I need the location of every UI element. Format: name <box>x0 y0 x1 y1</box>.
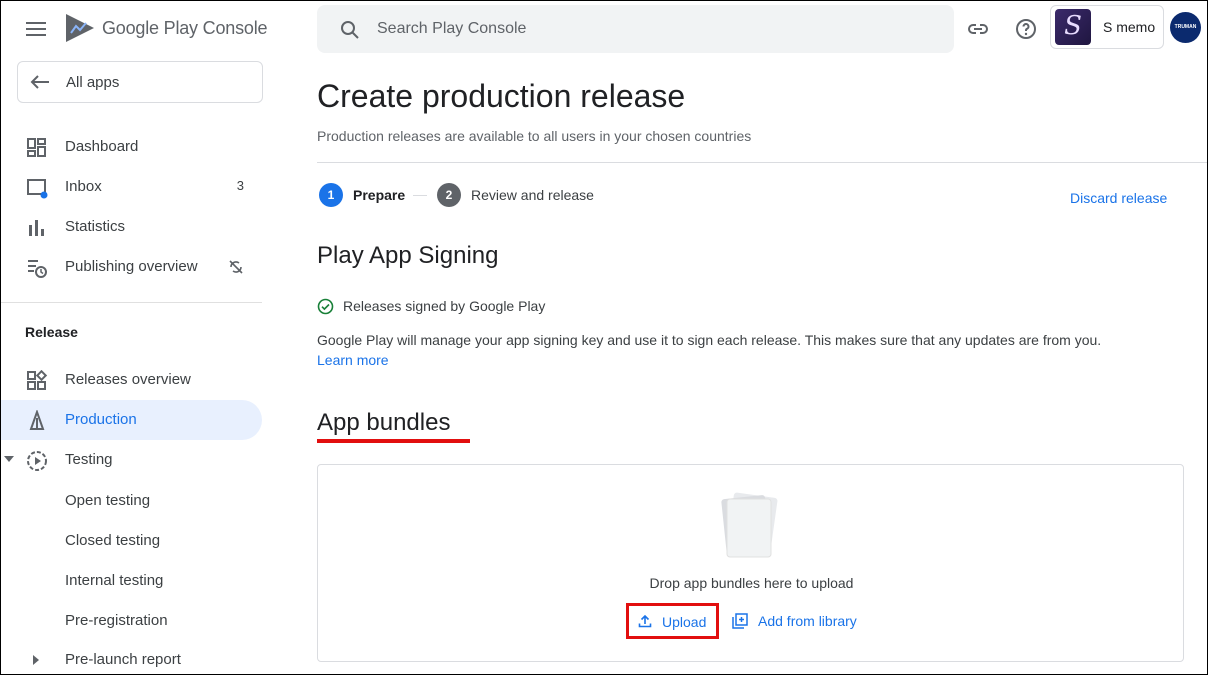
sidebar-item-testing[interactable]: Testing <box>0 440 262 480</box>
arrow-back-icon <box>30 75 49 89</box>
step-1-indicator: 1 <box>319 183 343 207</box>
app-selector[interactable]: S S memo <box>1050 5 1164 49</box>
signing-description: Google Play will manage your app signing… <box>317 332 1102 348</box>
sidebar-item-releases-overview[interactable]: Releases overview <box>0 360 262 400</box>
brand-title: Google Play Console <box>102 18 268 38</box>
sidebar-item-internal-testing[interactable]: Internal testing <box>65 572 163 589</box>
caret-right-icon[interactable] <box>33 655 41 665</box>
sidebar-item-pre-registration[interactable]: Pre-registration <box>65 612 168 629</box>
section-title-release: Release <box>25 324 78 340</box>
play-app-signing-heading: Play App Signing <box>317 242 499 269</box>
sidebar-item-dashboard[interactable]: Dashboard <box>0 127 262 167</box>
sidebar-item-inbox[interactable]: Inbox 3 <box>0 167 262 207</box>
testing-icon <box>27 451 47 471</box>
app-bundles-heading: App bundles <box>317 409 451 436</box>
dashboard-icon <box>27 138 46 157</box>
header-divider <box>317 162 1208 163</box>
play-console-logo <box>66 14 94 42</box>
dropzone-text: Drop app bundles here to upload <box>649 575 854 591</box>
inbox-icon <box>27 179 48 199</box>
sidebar-item-label: Pre-launch report <box>65 651 181 668</box>
signing-status-text: Releases signed by Google Play <box>343 298 546 314</box>
sidebar-item-closed-testing[interactable]: Closed testing <box>65 532 160 549</box>
sidebar-header: Google Play Console <box>0 0 280 58</box>
publishing-icon <box>28 260 47 278</box>
releases-overview-icon <box>27 370 48 390</box>
step-1-label: Prepare <box>353 187 406 203</box>
learn-more-link[interactable]: Learn more <box>317 352 389 368</box>
page-subtitle: Production releases are available to all… <box>317 128 752 144</box>
all-apps-label: All apps <box>66 74 120 91</box>
account-avatar[interactable]: TRUMAN <box>1170 12 1201 43</box>
sidebar-item-label: Production <box>65 411 137 428</box>
app-thumbnail-letter: S <box>1064 11 1082 41</box>
sidebar-item-label: Releases overview <box>65 371 191 388</box>
sidebar-item-production[interactable]: Production <box>0 400 262 440</box>
inbox-count-badge: 3 <box>236 178 244 193</box>
app-bundle-dropzone[interactable]: Drop app bundles here to upload Upload A… <box>317 464 1184 662</box>
avatar-text: TRUMAN <box>1174 24 1197 30</box>
search-bar[interactable] <box>317 5 954 53</box>
sync-disabled-icon <box>229 260 243 274</box>
sidebar-item-statistics[interactable]: Statistics <box>0 207 262 247</box>
app-name: S memo <box>1103 19 1156 35</box>
search-input[interactable] <box>377 5 937 53</box>
sidebar-item-label: Inbox <box>65 178 102 195</box>
caret-down-icon[interactable] <box>4 456 14 464</box>
sidebar-item-label: Testing <box>65 451 113 468</box>
sidebar-item-open-testing[interactable]: Open testing <box>65 492 150 509</box>
sidebar-item-label: Statistics <box>65 218 126 235</box>
sidebar-divider <box>0 302 262 303</box>
sidebar-item-pre-launch-report[interactable]: Pre-launch report <box>0 640 262 675</box>
menu-icon[interactable] <box>26 20 48 36</box>
upload-icon <box>638 614 652 628</box>
link-icon[interactable] <box>966 17 990 41</box>
sidebar-item-label: Dashboard <box>65 138 139 155</box>
upload-label: Upload <box>662 614 707 630</box>
sidebar: Google Play Console All apps Dashboard I… <box>0 0 280 675</box>
help-icon[interactable] <box>1014 17 1038 41</box>
page-title: Create production release <box>317 78 686 114</box>
search-icon <box>341 21 359 39</box>
discard-release-button[interactable]: Discard release <box>1070 190 1167 206</box>
heading-highlight <box>317 439 470 443</box>
statistics-icon <box>29 220 44 236</box>
documents-icon <box>721 492 778 558</box>
upload-button[interactable]: Upload <box>626 603 719 639</box>
sidebar-item-publishing-overview[interactable]: Publishing overview <box>0 247 262 287</box>
app-thumbnail: S <box>1055 9 1091 45</box>
step-2-indicator: 2 <box>437 183 461 207</box>
step-2-label: Review and release <box>471 187 594 203</box>
all-apps-button[interactable]: All apps <box>17 61 263 103</box>
sidebar-item-label: Publishing overview <box>65 258 198 275</box>
production-icon <box>29 410 45 430</box>
library-add-icon <box>732 613 748 629</box>
step-connector <box>413 195 427 196</box>
check-circle-icon <box>317 298 334 315</box>
add-from-library-label: Add from library <box>758 613 857 629</box>
